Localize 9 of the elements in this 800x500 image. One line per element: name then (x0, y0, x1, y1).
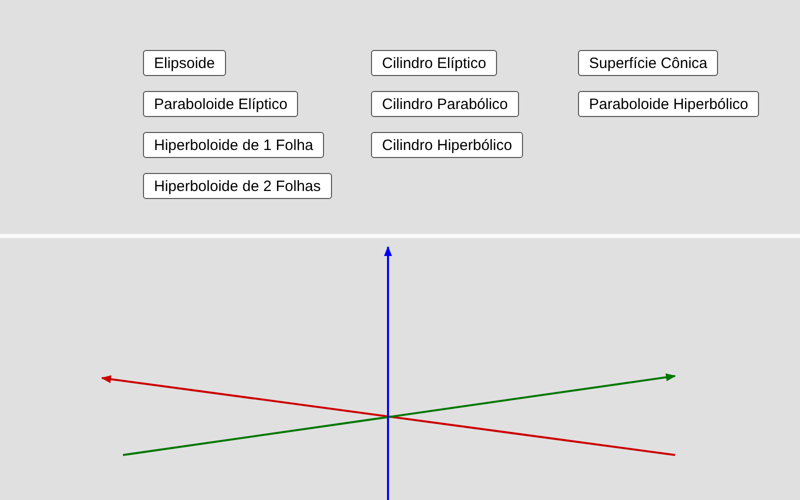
surface-button[interactable]: Cilindro Parabólico (371, 91, 519, 117)
surface-button[interactable]: Superfície Cônica (578, 50, 718, 76)
surface-button[interactable]: Hiperboloide de 1 Folha (143, 132, 324, 158)
surface-button[interactable]: Cilindro Elíptico (371, 50, 498, 76)
surface-button[interactable]: Hiperboloide de 2 Folhas (143, 173, 332, 199)
surface-button[interactable]: Paraboloide Elíptico (143, 91, 298, 117)
surface-button[interactable]: Elipsoide (143, 50, 226, 76)
surface-button[interactable]: Paraboloide Hiperbólico (578, 91, 760, 117)
surface-button[interactable]: Cilindro Hiperbólico (371, 132, 524, 158)
